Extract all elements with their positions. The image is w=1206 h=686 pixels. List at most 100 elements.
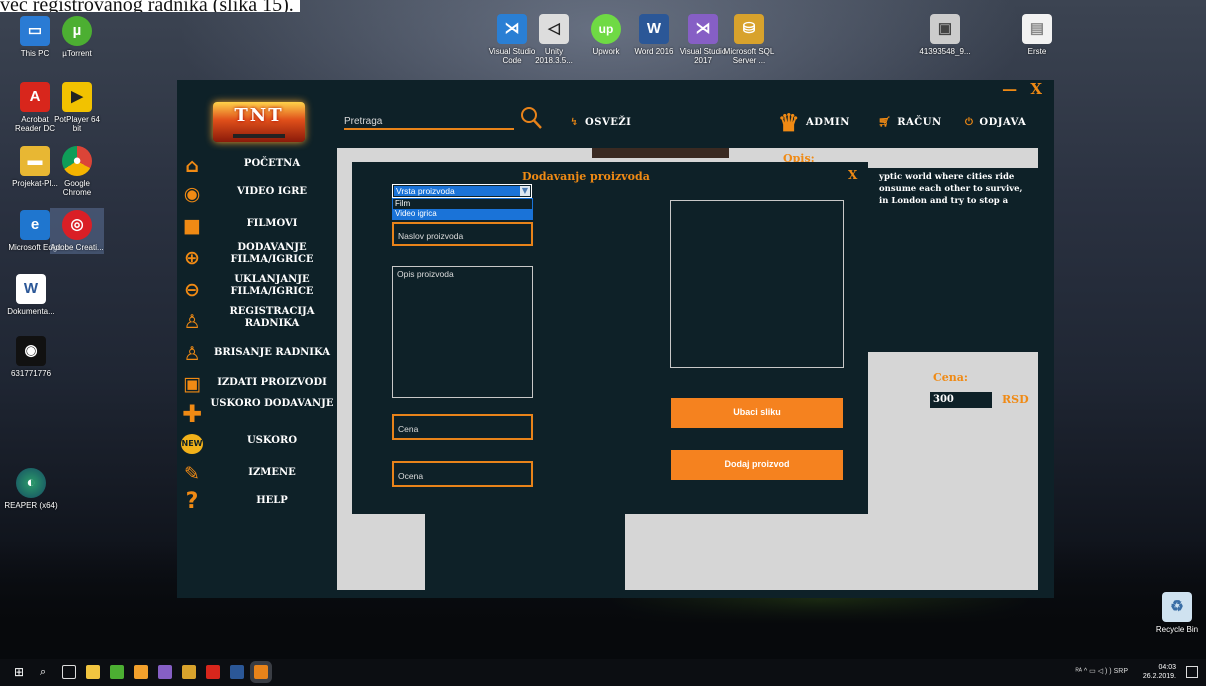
upwork-icon: up	[591, 14, 621, 44]
desktop-icon-sql-server[interactable]: ⛁ Microsoft SQL Server ...	[722, 14, 776, 65]
poster-image	[592, 148, 729, 158]
file-icon: ▤	[1022, 14, 1052, 44]
desktop-icon-word[interactable]: W Word 2016	[627, 14, 681, 56]
refresh-button[interactable]: ↯ OSVEŽI	[570, 117, 631, 128]
refresh-icon: ↯	[570, 117, 580, 128]
add-product-button[interactable]: Dodaj proizvod	[671, 450, 843, 480]
dialog-close-button[interactable]: X	[848, 168, 857, 182]
computer-icon: ▭	[20, 16, 50, 46]
clock-time: 04:03	[1158, 664, 1176, 671]
desktop-icon-adobe-cc[interactable]: ◎ Adobe Creati...	[50, 208, 104, 254]
option-film[interactable]: Film	[393, 199, 532, 209]
sidebar-item-coming-soon[interactable]: NEW USKORO	[181, 430, 339, 460]
utorrent-icon: µ	[62, 16, 92, 46]
acrobat-icon: A	[20, 82, 50, 112]
sidebar-item-changes[interactable]: ✎ IZMENE	[181, 462, 339, 492]
word-taskbar-icon[interactable]	[230, 665, 244, 679]
clock[interactable]: 04:03 26.2.2019.	[1143, 663, 1176, 681]
task-view-icon[interactable]	[62, 665, 76, 679]
option-video-game[interactable]: Video igrica	[393, 209, 532, 219]
desktop-icon-unity[interactable]: ◁ Unity 2018.3.5...	[527, 14, 581, 65]
pencil-icon: ✎	[184, 463, 200, 485]
sidebar-item-add-product[interactable]: ⊕ DODAVANJE FILMA/IGRICE	[181, 242, 339, 272]
acrobat-taskbar-icon[interactable]	[206, 665, 220, 679]
sidebar-item-remove-product[interactable]: ⊖ UKLANJANJE FILMA/IGRICE	[181, 274, 339, 304]
price-title: Cena:	[933, 371, 968, 384]
visual-studio-taskbar-icon[interactable]	[158, 665, 172, 679]
desktop-icon-reaper[interactable]: ◐ REAPER (x64)	[4, 468, 58, 510]
language-indicator[interactable]: SRP	[1114, 668, 1128, 675]
reaper-icon: ◐	[16, 468, 46, 498]
product-type-select[interactable]: Vrsta proizvoda ▼	[392, 184, 532, 198]
sidebar-item-delete-worker[interactable]: ♙ BRISANJE RADNIKA	[181, 342, 339, 372]
sql-server-taskbar-icon[interactable]	[182, 665, 196, 679]
price-input[interactable]: Cena	[392, 414, 533, 440]
price-currency: RSD	[1002, 393, 1029, 406]
desktop-icon-chrome[interactable]: ● Google Chrome	[50, 146, 104, 197]
sidebar-item-help[interactable]: ? HELP	[181, 490, 339, 520]
product-description-input[interactable]: Opis proizvoda	[392, 266, 533, 398]
folder-icon: ▬	[20, 146, 50, 176]
sidebar-item-home[interactable]: ⌂ POČETNA	[181, 154, 339, 184]
power-icon: ⏻	[965, 117, 974, 128]
sidebar-item-label: HELP	[256, 495, 288, 506]
desktop-icon-upwork[interactable]: up Upwork	[579, 14, 633, 56]
product-title-input[interactable]: Naslov proizvoda	[392, 222, 533, 246]
start-button[interactable]: ⊞	[14, 665, 28, 679]
sidebar-item-label: BRISANJE RADNIKA	[213, 347, 330, 358]
sidebar-item-coming-soon-add[interactable]: ✚ USKORO DODAVANJE	[181, 398, 339, 428]
close-button[interactable]: X	[1030, 80, 1042, 98]
insert-image-button[interactable]: Ubaci sliku	[671, 398, 843, 428]
unity-icon: ◁	[539, 14, 569, 44]
desktop-icon-recycle-bin[interactable]: ♻ Recycle Bin	[1150, 592, 1204, 634]
desktop-icon-erste[interactable]: ▤ Erste	[1010, 14, 1064, 56]
chevron-down-icon[interactable]: ▼	[520, 186, 530, 196]
new-badge-icon: NEW	[181, 434, 203, 454]
taskbar: ⊞ ⌕ ᴿᴬ ^ ▭ ◁ ) ) SRP 04:03 26.2.2019.	[0, 659, 1206, 686]
rating-input[interactable]: Ocena	[392, 461, 533, 487]
desktop-icon-document[interactable]: W Dokumenta...	[4, 274, 58, 316]
sidebar-item-label: UKLANJANJE FILMA/IGRICE	[230, 274, 314, 297]
desktop-icon-potplayer[interactable]: ▶ PotPlayer 64 bit	[50, 82, 104, 133]
desktop-icon-631771776[interactable]: ◉ 631771776	[4, 336, 58, 378]
product-image-preview	[670, 200, 844, 368]
recycle-bin-icon: ♻	[1162, 592, 1192, 622]
product-type-dropdown: Film Video igrica	[392, 198, 533, 220]
utorrent-taskbar-icon[interactable]	[110, 665, 124, 679]
camera-icon: ■	[183, 215, 201, 237]
minus-circle-icon: ⊖	[184, 279, 200, 301]
plus-icon: ✚	[181, 400, 203, 428]
cart-icon: 🛒︎	[878, 117, 892, 128]
search-taskbar-icon[interactable]: ⌕	[40, 665, 54, 679]
search-icon[interactable]	[520, 106, 542, 130]
app-logo: TNT	[213, 102, 305, 142]
desktop-icon-image-file[interactable]: ▣ 41393548_9...	[918, 14, 972, 56]
system-tray[interactable]: ᴿᴬ ^ ▭ ◁ ) ) SRP	[1076, 667, 1128, 675]
document-text: već registrovanog radnika (slika 15).	[0, 0, 300, 12]
sidebar-item-movies[interactable]: ■ FILMOVI	[181, 214, 339, 244]
chrome-taskbar-icon[interactable]	[134, 665, 148, 679]
notification-icon[interactable]	[1186, 666, 1198, 678]
sidebar-item-register-worker[interactable]: ♙ REGISTRACIJA RADNIKA	[181, 306, 339, 336]
home-icon: ⌂	[185, 155, 199, 177]
eye-app-icon: ◉	[16, 336, 46, 366]
desktop-icon-utorrent[interactable]: µ µTorrent	[50, 16, 104, 58]
account-button[interactable]: 🛒︎ RAČUN	[878, 117, 942, 128]
sidebar-item-label: DODAVANJE FILMA/IGRICE	[230, 242, 314, 265]
admin-label: ADMIN	[806, 117, 850, 128]
sidebar-item-video-games[interactable]: ◉ VIDEO IGRE	[181, 182, 339, 212]
admin-button[interactable]: ♛ ADMIN	[778, 108, 850, 137]
sidebar-item-label: REGISTRACIJA RADNIKA	[229, 306, 315, 329]
search-input[interactable]	[344, 114, 514, 130]
file-explorer-icon[interactable]	[86, 665, 100, 679]
word-doc-icon: W	[16, 274, 46, 304]
window-controls: — X	[994, 80, 1042, 98]
sidebar-item-label: IZDATI PROIZVODI	[217, 377, 327, 388]
minimize-button[interactable]: —	[1002, 80, 1017, 98]
gamepad-icon: ◉	[183, 183, 201, 205]
price-value: 300	[930, 392, 992, 408]
logo-bar	[233, 134, 285, 138]
description-text: yptic world where cities ride onsume eac…	[853, 168, 1038, 352]
app-taskbar-icon[interactable]	[254, 665, 268, 679]
logout-button[interactable]: ⏻ ODJAVA	[965, 117, 1026, 128]
